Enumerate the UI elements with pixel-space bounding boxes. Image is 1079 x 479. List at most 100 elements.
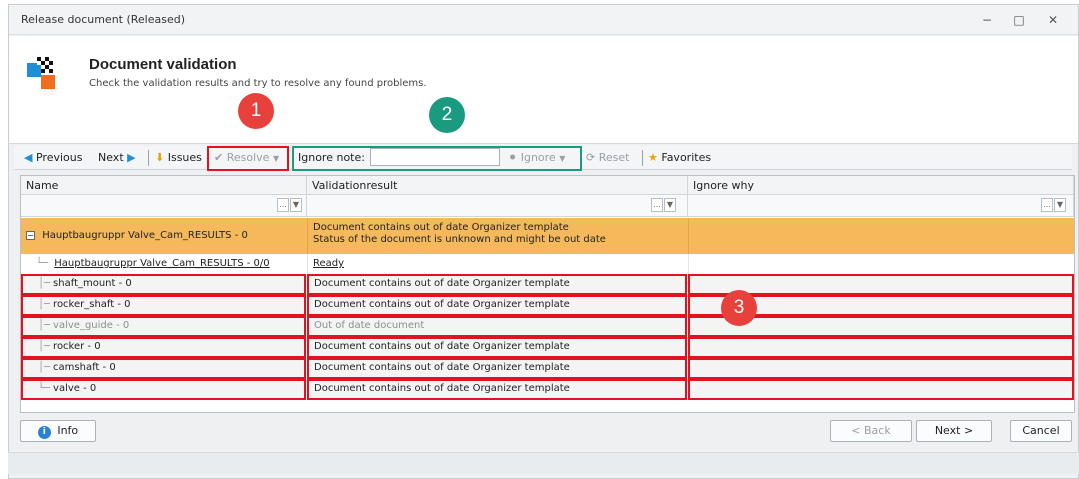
result-line: Status of the document is unknown and mi… xyxy=(313,234,606,245)
column-header-name[interactable]: Name xyxy=(21,176,307,195)
next-toolbar-button[interactable]: Next ▶ xyxy=(98,150,136,166)
name-cell: − Hauptbaugruppr Valve_Cam_RESULTS - 0 xyxy=(21,218,306,254)
tree-connector: └─ xyxy=(36,258,49,269)
name-cell: │─ rocker - 0 xyxy=(21,337,306,358)
info-icon: i xyxy=(37,426,51,439)
arrow-left-icon: ◀ xyxy=(24,151,33,164)
minimize-button[interactable]: − xyxy=(977,11,997,29)
filter-cell-ignore-why: ... ▼ xyxy=(688,195,1074,217)
filter-dropdown-button[interactable]: ▼ xyxy=(290,198,302,212)
validation-logo-icon xyxy=(27,57,55,89)
filter-ellipsis-button[interactable]: ... xyxy=(1041,198,1053,212)
validation-grid: Name Validationresult Ignore why ... ▼ .… xyxy=(20,175,1075,413)
table-row[interactable]: │─ rocker_shaft - 0 Document contains out… xyxy=(21,295,1074,316)
table-row[interactable]: │─ rocker - 0 Document contains out of da… xyxy=(21,337,1074,358)
next-label: Next xyxy=(98,151,124,164)
ignore-highlight xyxy=(292,146,582,171)
reset-button[interactable]: ⟳ Reset xyxy=(586,150,629,166)
separator xyxy=(642,150,643,166)
ignore-why-cell[interactable] xyxy=(688,379,1074,400)
name-cell: └─ Hauptbaugruppr Valve_Cam_RESULTS - 0/… xyxy=(21,254,306,274)
table-row[interactable]: − Hauptbaugruppr Valve_Cam_RESULTS - 0 D… xyxy=(21,218,1074,254)
separator xyxy=(148,150,149,166)
name-cell: │─ camshaft - 0 xyxy=(21,358,306,379)
issues-label: Issues xyxy=(167,151,202,164)
row-name: valve - 0 xyxy=(53,383,97,394)
ignore-why-cell[interactable] xyxy=(688,358,1074,379)
resolve-highlight xyxy=(207,146,289,171)
filter-dropdown-button[interactable]: ▼ xyxy=(664,198,676,212)
window-title: Release document (Released) xyxy=(21,13,186,26)
result-text: Ready xyxy=(313,258,345,269)
header-panel: Document validation Check the validation… xyxy=(9,36,1078,144)
tree-connector: │─ xyxy=(38,299,51,310)
result-cell: Document contains out of date Organizer … xyxy=(307,218,687,254)
name-cell: └─ valve - 0 xyxy=(21,379,306,400)
result-cell: Ready xyxy=(307,254,687,274)
filter-ellipsis-button[interactable]: ... xyxy=(651,198,663,212)
filter-ellipsis-button[interactable]: ... xyxy=(277,198,289,212)
favorites-button[interactable]: ★ Favorites xyxy=(648,150,711,166)
arrow-right-icon: ▶ xyxy=(127,151,136,164)
filter-dropdown-button[interactable]: ▼ xyxy=(1054,198,1066,212)
table-row[interactable]: │─ shaft_mount - 0 Document contains out … xyxy=(21,274,1074,295)
table-row[interactable]: └─ valve - 0 Document contains out of dat… xyxy=(21,379,1074,400)
previous-label: Previous xyxy=(35,151,83,164)
table-row[interactable]: │─ camshaft - 0 Document contains out of … xyxy=(21,358,1074,379)
annotation-badge-3: 3 xyxy=(721,290,757,326)
row-name: rocker_shaft - 0 xyxy=(53,299,131,310)
result-cell: Document contains out of date Organizer … xyxy=(307,337,687,358)
column-header-validation-result[interactable]: Validationresult xyxy=(307,176,688,195)
name-cell: │─ valve_guide - 0 xyxy=(21,316,306,337)
previous-button[interactable]: ◀ Previous xyxy=(24,150,82,166)
reset-label: Reset xyxy=(598,151,630,164)
tree-connector: └─ xyxy=(38,383,51,394)
ignore-why-cell[interactable] xyxy=(688,337,1074,358)
tree-connector: │─ xyxy=(38,320,51,331)
reset-icon: ⟳ xyxy=(586,151,596,164)
row-name: camshaft - 0 xyxy=(53,362,116,373)
title-bar: Release document (Released) − □ ✕ xyxy=(9,5,1078,35)
issues-button[interactable]: ⬇ Issues xyxy=(155,150,202,166)
result-cell: Document contains out of date Organizer … xyxy=(307,379,687,400)
info-label: Info xyxy=(57,424,79,437)
row-name: shaft_mount - 0 xyxy=(53,278,132,289)
next-button[interactable]: Next > xyxy=(916,420,992,442)
result-cell: Document contains out of date Organizer … xyxy=(307,274,687,295)
column-header-ignore-why[interactable]: Ignore why xyxy=(688,176,1074,195)
collapse-icon[interactable]: − xyxy=(26,231,35,240)
result-cell: Document contains out of date Organizer … xyxy=(307,295,687,316)
row-name: valve_guide - 0 xyxy=(53,320,130,331)
cancel-button[interactable]: Cancel xyxy=(1010,420,1072,442)
back-button[interactable]: < Back xyxy=(830,420,912,442)
down-arrow-icon: ⬇ xyxy=(155,151,165,164)
info-button[interactable]: i Info xyxy=(20,420,96,442)
ignore-why-cell xyxy=(688,218,1074,254)
name-cell: │─ shaft_mount - 0 xyxy=(21,274,306,295)
footer: i Info < Back Next > Cancel xyxy=(20,420,1072,446)
tree-connector: │─ xyxy=(38,341,51,352)
annotation-badge-2: 2 xyxy=(429,97,465,133)
table-row[interactable]: │─ valve_guide - 0 Out of date document xyxy=(21,316,1074,337)
result-cell: Out of date document xyxy=(307,316,687,337)
name-cell: │─ rocker_shaft - 0 xyxy=(21,295,306,316)
star-icon: ★ xyxy=(648,151,658,164)
tree-connector: │─ xyxy=(38,278,51,289)
row-name: Hauptbaugruppr Valve_Cam_RESULTS - 0 xyxy=(42,230,248,241)
annotation-badge-1: 1 xyxy=(238,93,274,129)
filter-cell-validation: ... ▼ xyxy=(307,195,688,217)
status-bar xyxy=(8,452,1079,474)
maximize-button[interactable]: □ xyxy=(1009,11,1029,29)
row-name: Hauptbaugruppr Valve_Cam_RESULTS - 0/0 xyxy=(54,258,270,269)
favorites-label: Favorites xyxy=(661,151,712,164)
tree-connector: │─ xyxy=(38,362,51,373)
ignore-why-cell xyxy=(688,254,1074,274)
result-cell: Document contains out of date Organizer … xyxy=(307,358,687,379)
page-title: Document validation xyxy=(89,56,237,73)
filter-cell-name: ... ▼ xyxy=(21,195,307,217)
result-line: Document contains out of date Organizer … xyxy=(313,222,569,233)
close-button[interactable]: ✕ xyxy=(1043,11,1063,29)
table-row[interactable]: └─ Hauptbaugruppr Valve_Cam_RESULTS - 0/… xyxy=(21,254,1074,274)
row-name: rocker - 0 xyxy=(53,341,101,352)
page-subtitle: Check the validation results and try to … xyxy=(89,78,427,89)
